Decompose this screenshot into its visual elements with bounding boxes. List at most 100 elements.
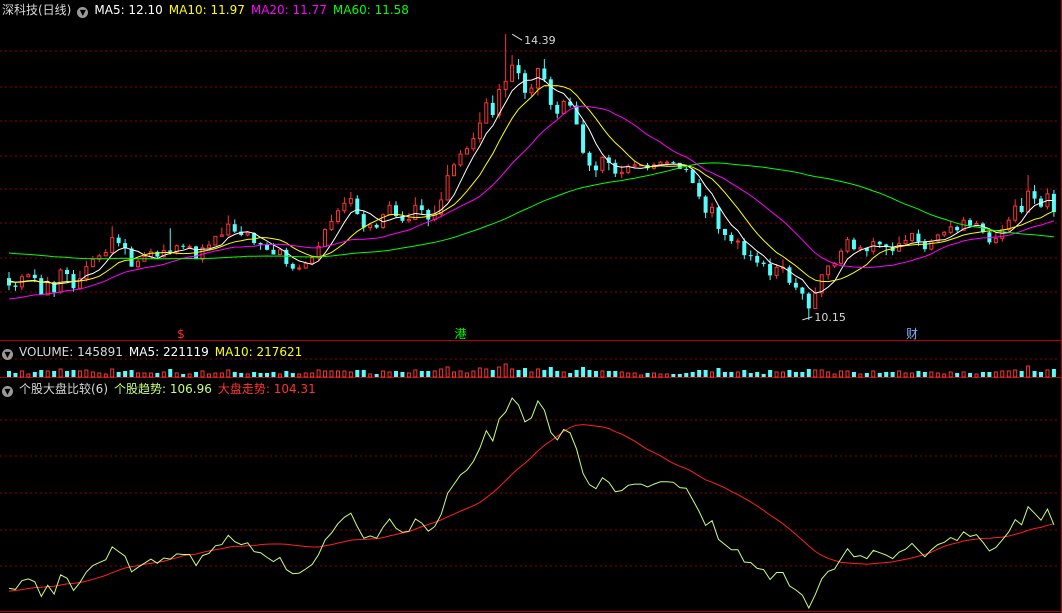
candle-body[interactable] — [58, 269, 63, 293]
candle-body[interactable] — [548, 79, 553, 105]
candle-body[interactable] — [561, 101, 566, 115]
candle-body[interactable] — [774, 266, 779, 276]
candle-body[interactable] — [323, 229, 328, 247]
candle-body[interactable] — [523, 73, 527, 93]
candle-body[interactable] — [39, 278, 44, 295]
candle-body[interactable] — [116, 237, 121, 244]
candle-body[interactable] — [1019, 206, 1024, 213]
candle-body[interactable] — [265, 244, 269, 250]
candle-body[interactable] — [619, 171, 624, 175]
candle-body[interactable] — [826, 265, 831, 276]
candle-body[interactable] — [477, 122, 482, 140]
candle-body[interactable] — [368, 224, 373, 229]
candle-body[interactable] — [516, 65, 521, 74]
candle-body[interactable] — [148, 251, 153, 258]
candle-body[interactable] — [851, 239, 856, 250]
candle-body[interactable] — [768, 263, 773, 276]
candle-body[interactable] — [742, 241, 747, 256]
event-marker-dividend[interactable]: $ — [177, 327, 185, 341]
event-marker-hk[interactable]: 港 — [455, 327, 467, 341]
candle-body[interactable] — [993, 237, 998, 243]
candle-body[interactable] — [490, 102, 495, 116]
candle-body[interactable] — [232, 224, 237, 232]
candle-body[interactable] — [335, 210, 340, 223]
candle-body[interactable] — [303, 262, 308, 269]
candle-body[interactable] — [948, 226, 953, 233]
candle-body[interactable] — [787, 267, 792, 283]
candle-body[interactable] — [342, 202, 347, 212]
candle-body[interactable] — [716, 207, 721, 229]
candle-body[interactable] — [290, 263, 295, 269]
candle-body[interactable] — [374, 224, 379, 228]
chevron-down-icon[interactable]: ▼ — [2, 386, 13, 397]
candle-body[interactable] — [806, 293, 811, 309]
candle-body[interactable] — [697, 183, 702, 197]
candle-body[interactable] — [471, 138, 476, 150]
candle-body[interactable] — [761, 262, 766, 264]
candle-body[interactable] — [258, 243, 263, 245]
candle-body[interactable] — [710, 206, 715, 214]
candle-body[interactable] — [310, 257, 315, 264]
chevron-down-icon[interactable]: ▼ — [2, 349, 13, 360]
candle-body[interactable] — [903, 239, 908, 245]
candle-body[interactable] — [110, 237, 115, 254]
candle-body[interactable] — [942, 231, 947, 236]
candle-body[interactable] — [877, 241, 882, 245]
candle-body[interactable] — [13, 285, 18, 287]
candle-body[interactable] — [555, 104, 560, 114]
candle-body[interactable] — [1026, 190, 1031, 213]
candle-body[interactable] — [32, 274, 37, 279]
candle-body[interactable] — [581, 124, 586, 153]
candle-body[interactable] — [916, 233, 921, 242]
candle-body[interactable] — [845, 239, 850, 252]
candle-body[interactable] — [529, 87, 534, 94]
candle-body[interactable] — [464, 148, 469, 155]
candle-body[interactable] — [1000, 229, 1005, 239]
chevron-down-icon[interactable]: ▼ — [77, 7, 89, 18]
candle-body[interactable] — [703, 196, 708, 213]
candle-body[interactable] — [800, 287, 805, 294]
candle-body[interactable] — [206, 244, 211, 249]
candle-body[interactable] — [129, 248, 134, 267]
candle-body[interactable] — [103, 252, 108, 257]
candle-body[interactable] — [929, 240, 934, 250]
candle-body[interactable] — [452, 164, 457, 177]
candle-body[interactable] — [406, 218, 411, 222]
candle-body[interactable] — [45, 281, 50, 296]
candle-body[interactable] — [542, 68, 547, 80]
candle-body[interactable] — [922, 241, 927, 250]
event-marker-finance[interactable]: 财 — [906, 327, 918, 341]
candle-body[interactable] — [729, 234, 734, 242]
candle-body[interactable] — [458, 153, 463, 166]
candle-body[interactable] — [387, 204, 392, 216]
candle-body[interactable] — [1032, 191, 1037, 199]
candle-body[interactable] — [348, 198, 353, 204]
candle-body[interactable] — [510, 64, 515, 82]
candle-body[interactable] — [632, 164, 637, 167]
candle-body[interactable] — [910, 233, 914, 241]
candle-body[interactable] — [722, 228, 727, 235]
candle-body[interactable] — [226, 223, 231, 236]
candle-body[interactable] — [187, 245, 192, 248]
candle-body[interactable] — [793, 282, 798, 288]
candle-body[interactable] — [1051, 193, 1056, 213]
candle-body[interactable] — [419, 205, 424, 211]
candle-body[interactable] — [839, 250, 844, 264]
candle-body[interactable] — [445, 175, 450, 201]
candle-body[interactable] — [968, 220, 973, 226]
candle-body[interactable] — [600, 156, 605, 171]
candle-body[interactable] — [813, 292, 818, 309]
candle-body[interactable] — [858, 247, 863, 250]
candle-body[interactable] — [955, 226, 960, 231]
candle-body[interactable] — [355, 198, 360, 215]
candle-body[interactable] — [329, 221, 334, 231]
candle-body[interactable] — [503, 80, 508, 90]
candle-body[interactable] — [168, 250, 173, 252]
candle-body[interactable] — [65, 270, 70, 275]
candle-body[interactable] — [219, 234, 224, 237]
candle-body[interactable] — [664, 161, 669, 164]
candle-body[interactable] — [26, 274, 31, 278]
candle-body[interactable] — [484, 102, 489, 124]
candle-body[interactable] — [671, 162, 676, 164]
candle-body[interactable] — [277, 249, 282, 256]
